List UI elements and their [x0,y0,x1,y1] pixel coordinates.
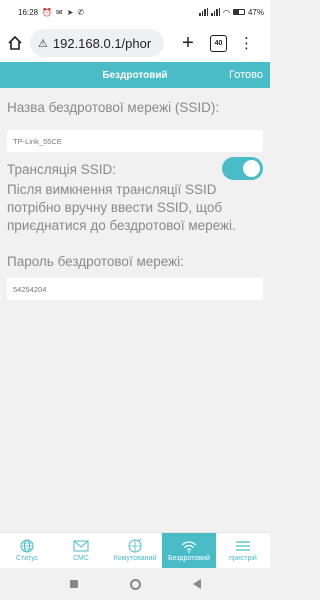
bottom-navigation: Статус СМС Комутований Бездротовий прист… [0,532,270,568]
warning-icon[interactable]: ⚠ [38,37,48,50]
url-text: 192.168.0.1/phor [52,35,152,51]
browser-toolbar: ⚠ 192.168.0.1/phor + 40 ⋮ [0,24,270,62]
ssid-broadcast-help: Після вимкнення трансляції SSID потрібно… [7,182,236,233]
globe-icon [19,539,35,553]
nav-label-sms: СМС [73,555,89,562]
nav-label-wireless: Бездротовий [168,555,210,562]
nav-label-status: Статус [15,555,39,562]
status-left: 16:28 ⏰ ✉ ➤ ✆ [18,8,84,17]
nav-label-device: пристрій [229,555,257,562]
nav-item-status[interactable]: Статус [0,533,54,568]
done-button[interactable]: Готово [229,69,263,81]
wechat-icon: ✉ [56,7,63,17]
ssid-broadcast-toggle[interactable] [222,157,263,180]
ssid-input[interactable]: TP-Link_55CE [7,130,263,152]
password-label: Пароль бездротової мережі: [7,254,184,269]
signal-icon [199,8,208,16]
nav-item-wireless[interactable]: Бездротовий [162,533,216,568]
telegram-icon: ➤ [66,7,74,17]
toggle-knob [243,160,260,177]
status-right: ◠ 47% [199,8,264,17]
nav-item-sms[interactable]: СМС [54,533,108,568]
page-title: Бездротовий [102,69,168,81]
tab-switcher-button[interactable]: 40 [210,34,227,52]
back-icon[interactable] [192,579,201,589]
signal-2-icon [211,8,220,16]
system-navigation-bar [0,568,270,600]
browser-menu-button[interactable]: ⋮ [239,36,254,51]
password-input[interactable]: 54254204 [7,278,263,300]
mail-icon [73,539,89,553]
recents-icon[interactable] [69,580,78,588]
ssid-label: Назва бездротової мережі (SSID): [7,100,220,115]
viber-icon: ✆ [77,7,85,17]
nav-item-device[interactable]: пристрій [216,533,270,568]
status-bar: 16:28 ⏰ ✉ ➤ ✆ ◠ 47% [0,0,270,24]
battery-icon [232,9,245,15]
globe-network-icon [127,539,143,553]
new-tab-button[interactable]: + [178,32,198,55]
home-circle-icon[interactable] [129,578,141,590]
menu-icon [235,539,251,553]
ssid-broadcast-label: Трансляція SSID: [7,162,116,177]
alarm-icon: ⏰ [42,7,52,17]
home-icon[interactable] [6,34,24,52]
battery-level: 47% [247,7,264,17]
app-header: Бездротовий Готово [0,62,270,88]
status-time: 16:28 [18,7,39,17]
wifi-status-icon: ◠ [223,7,230,17]
nav-item-dialup[interactable]: Комутований [108,533,162,568]
address-bar[interactable]: ⚠ 192.168.0.1/phor [30,29,164,57]
wifi-icon [181,539,197,553]
nav-label-dialup: Комутований [113,555,157,562]
